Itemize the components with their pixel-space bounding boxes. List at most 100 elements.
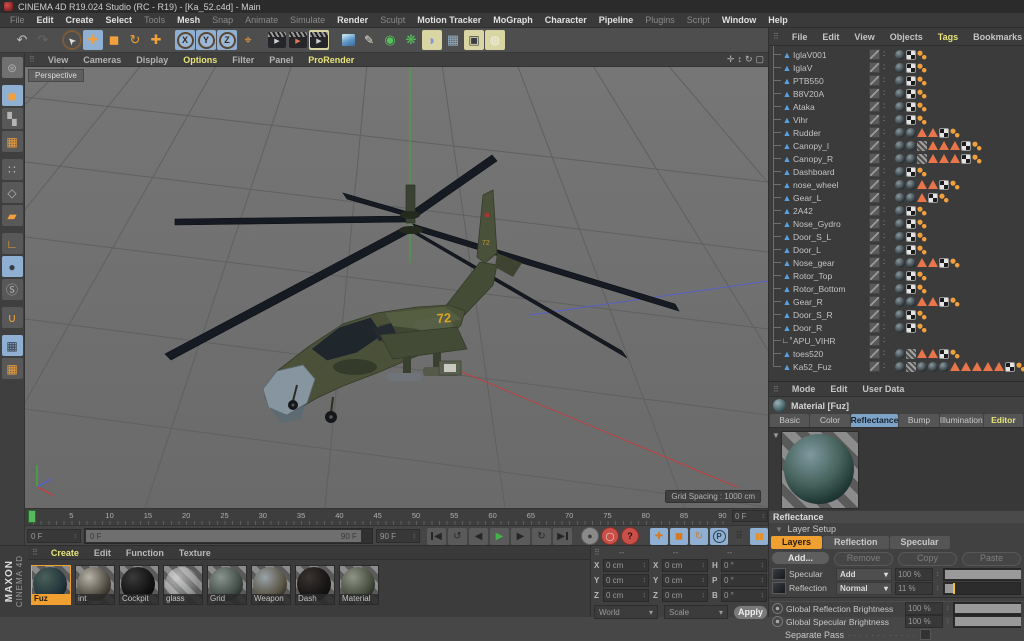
add-light-icon[interactable]: ◍ bbox=[485, 30, 505, 50]
tab-color[interactable]: Color bbox=[810, 414, 849, 427]
menu-mograph[interactable]: MoGraph bbox=[487, 14, 539, 26]
uvw-tag-icon[interactable] bbox=[906, 310, 916, 320]
visibility-dots-icon[interactable]: ∶ bbox=[883, 335, 891, 346]
rotate-view-icon[interactable]: ↻ bbox=[745, 54, 753, 65]
object-menu-objects[interactable]: Objects bbox=[883, 32, 930, 42]
phong-tag-icon[interactable] bbox=[917, 232, 927, 242]
layer-toggle-icon[interactable] bbox=[869, 127, 880, 138]
reflectance-layer-reflection[interactable]: ReflectionNormal▾11 %↕ bbox=[769, 581, 1024, 595]
object-row-2a42[interactable]: ▲2A42∶ bbox=[769, 204, 1024, 217]
phong-tag-icon[interactable] bbox=[917, 89, 927, 99]
next-frame-button[interactable]: ▶ bbox=[511, 528, 530, 545]
position-x-field[interactable]: 0 cm↕ bbox=[603, 559, 649, 572]
menu-mesh[interactable]: Mesh bbox=[171, 14, 206, 26]
uvw-tag-icon[interactable] bbox=[906, 102, 916, 112]
phong-tag-icon[interactable] bbox=[917, 63, 927, 73]
material-tag-icon[interactable] bbox=[895, 102, 905, 112]
spinner-icon[interactable]: ↕ bbox=[761, 577, 765, 584]
material-fuz[interactable]: Fuz bbox=[31, 565, 71, 605]
goto-end-button[interactable]: ▶ bbox=[553, 528, 572, 545]
uvw-tag-icon[interactable] bbox=[906, 63, 916, 73]
material-tag-icon[interactable] bbox=[895, 76, 905, 86]
material-tag-icon[interactable] bbox=[917, 362, 927, 372]
object-row-door-r[interactable]: ▲Door_R∶ bbox=[769, 321, 1024, 334]
spinner-icon[interactable]: ↕ bbox=[936, 571, 940, 578]
selection-tag-icon[interactable] bbox=[928, 141, 938, 150]
uvw-tag-icon[interactable] bbox=[906, 76, 916, 86]
phong-tag-icon[interactable] bbox=[917, 50, 927, 60]
uvw-tag-icon[interactable] bbox=[939, 128, 949, 138]
object-row-vihr[interactable]: ▲Vihr∶ bbox=[769, 113, 1024, 126]
frame-range-slider[interactable]: 0 F 90 F bbox=[84, 528, 373, 544]
menu-plugins[interactable]: Plugins bbox=[639, 14, 681, 26]
object-row-dashboard[interactable]: ▲Dashboard∶ bbox=[769, 165, 1024, 178]
selection-tag-icon[interactable] bbox=[917, 193, 927, 202]
tab-basic[interactable]: Basic bbox=[770, 414, 809, 427]
uvw-tag-icon[interactable] bbox=[961, 141, 971, 151]
uvw-tag-icon[interactable] bbox=[906, 115, 916, 125]
layer-strength-field[interactable]: 11 % bbox=[895, 582, 933, 595]
layer-toggle-icon[interactable] bbox=[869, 270, 880, 281]
spinner-icon[interactable]: ↕ bbox=[702, 562, 706, 569]
layer-tab-reflection[interactable]: Reflection bbox=[823, 536, 889, 549]
selection-tag-icon[interactable] bbox=[917, 258, 927, 267]
object-row-rudder[interactable]: ▲Rudder∶ bbox=[769, 126, 1024, 139]
move-tool-icon[interactable]: ✚ bbox=[83, 30, 103, 50]
tab-editor[interactable]: Editor bbox=[984, 414, 1023, 427]
blend-mode-dropdown[interactable]: Add▾ bbox=[836, 568, 892, 581]
layer-toggle-icon[interactable] bbox=[869, 75, 880, 86]
phong-tag-icon[interactable] bbox=[917, 219, 927, 229]
material-weapon[interactable]: Weapon bbox=[251, 565, 291, 605]
material-int[interactable]: int bbox=[75, 565, 115, 605]
phong-tag-icon[interactable] bbox=[917, 102, 927, 112]
layer-toggle-icon[interactable] bbox=[869, 101, 880, 112]
phong-tag-icon[interactable] bbox=[917, 245, 927, 255]
visibility-dots-icon[interactable]: ∶ bbox=[883, 205, 891, 216]
spinner-icon[interactable]: ↕ bbox=[643, 577, 647, 584]
copy-button[interactable]: Copy bbox=[898, 552, 957, 566]
material-menu-create[interactable]: Create bbox=[44, 548, 86, 558]
object-row-b8v20a[interactable]: ▲B8V20A∶ bbox=[769, 87, 1024, 100]
selection-tag-icon[interactable] bbox=[961, 362, 971, 371]
workplane-lock-icon[interactable]: ▦ bbox=[2, 335, 23, 356]
model-mode-icon[interactable]: ■ bbox=[2, 85, 23, 106]
end-frame-field[interactable]: 90 F ↕ bbox=[376, 529, 420, 543]
phong-tag-icon[interactable] bbox=[917, 76, 927, 86]
maximize-view-icon[interactable]: ▢ bbox=[755, 54, 764, 65]
spinner-icon[interactable]: ↕ bbox=[702, 577, 706, 584]
visibility-dots-icon[interactable]: ∶ bbox=[883, 166, 891, 177]
edges-mode-icon[interactable]: ◇ bbox=[2, 182, 23, 203]
mograph-icon[interactable]: ❋ bbox=[401, 30, 421, 50]
phong-tag-icon[interactable] bbox=[972, 154, 982, 164]
rotation-p-field[interactable]: 0 °↕ bbox=[721, 574, 767, 587]
phong-tag-icon[interactable] bbox=[917, 167, 927, 177]
global-value-slider[interactable] bbox=[953, 602, 1022, 615]
material-tag-icon[interactable] bbox=[895, 349, 905, 359]
material-tag-icon[interactable] bbox=[895, 284, 905, 294]
spinner-icon[interactable]: ↕ bbox=[946, 618, 950, 625]
material-tag-icon[interactable] bbox=[906, 141, 916, 151]
spinner-icon[interactable]: ↕ bbox=[946, 605, 950, 612]
live-selection-icon[interactable]: ➤ bbox=[62, 30, 82, 50]
selection-tag-icon[interactable] bbox=[950, 141, 960, 150]
lock-z-axis-icon[interactable]: Z bbox=[217, 30, 237, 50]
polygons-mode-icon[interactable]: ▰ bbox=[2, 205, 23, 226]
visibility-dots-icon[interactable]: ∶ bbox=[883, 114, 891, 125]
object-menu-edit[interactable]: Edit bbox=[815, 32, 846, 42]
material-tag-icon[interactable] bbox=[906, 154, 916, 164]
visibility-dots-icon[interactable]: ∶ bbox=[883, 296, 891, 307]
selection-tag-icon[interactable] bbox=[928, 128, 938, 137]
phong-tag-icon[interactable] bbox=[917, 310, 927, 320]
object-row-ataka[interactable]: ▲Ataka∶ bbox=[769, 100, 1024, 113]
object-row-canopy-l[interactable]: ▲Canopy_l∶ bbox=[769, 139, 1024, 152]
radio-icon[interactable] bbox=[772, 616, 783, 627]
layer-toggle-icon[interactable] bbox=[869, 140, 880, 151]
pan-view-icon[interactable]: ✛ bbox=[727, 54, 735, 65]
enable-axis-icon[interactable]: ∟ bbox=[2, 233, 23, 254]
visibility-dots-icon[interactable]: ∶ bbox=[883, 179, 891, 190]
menu-select[interactable]: Select bbox=[100, 14, 139, 26]
layer-setup-row[interactable]: ▼ Layer Setup bbox=[769, 523, 1024, 536]
layer-toggle-icon[interactable] bbox=[869, 179, 880, 190]
autokeying-button[interactable]: ◯ bbox=[601, 527, 619, 545]
material-tag-icon[interactable] bbox=[895, 297, 905, 307]
